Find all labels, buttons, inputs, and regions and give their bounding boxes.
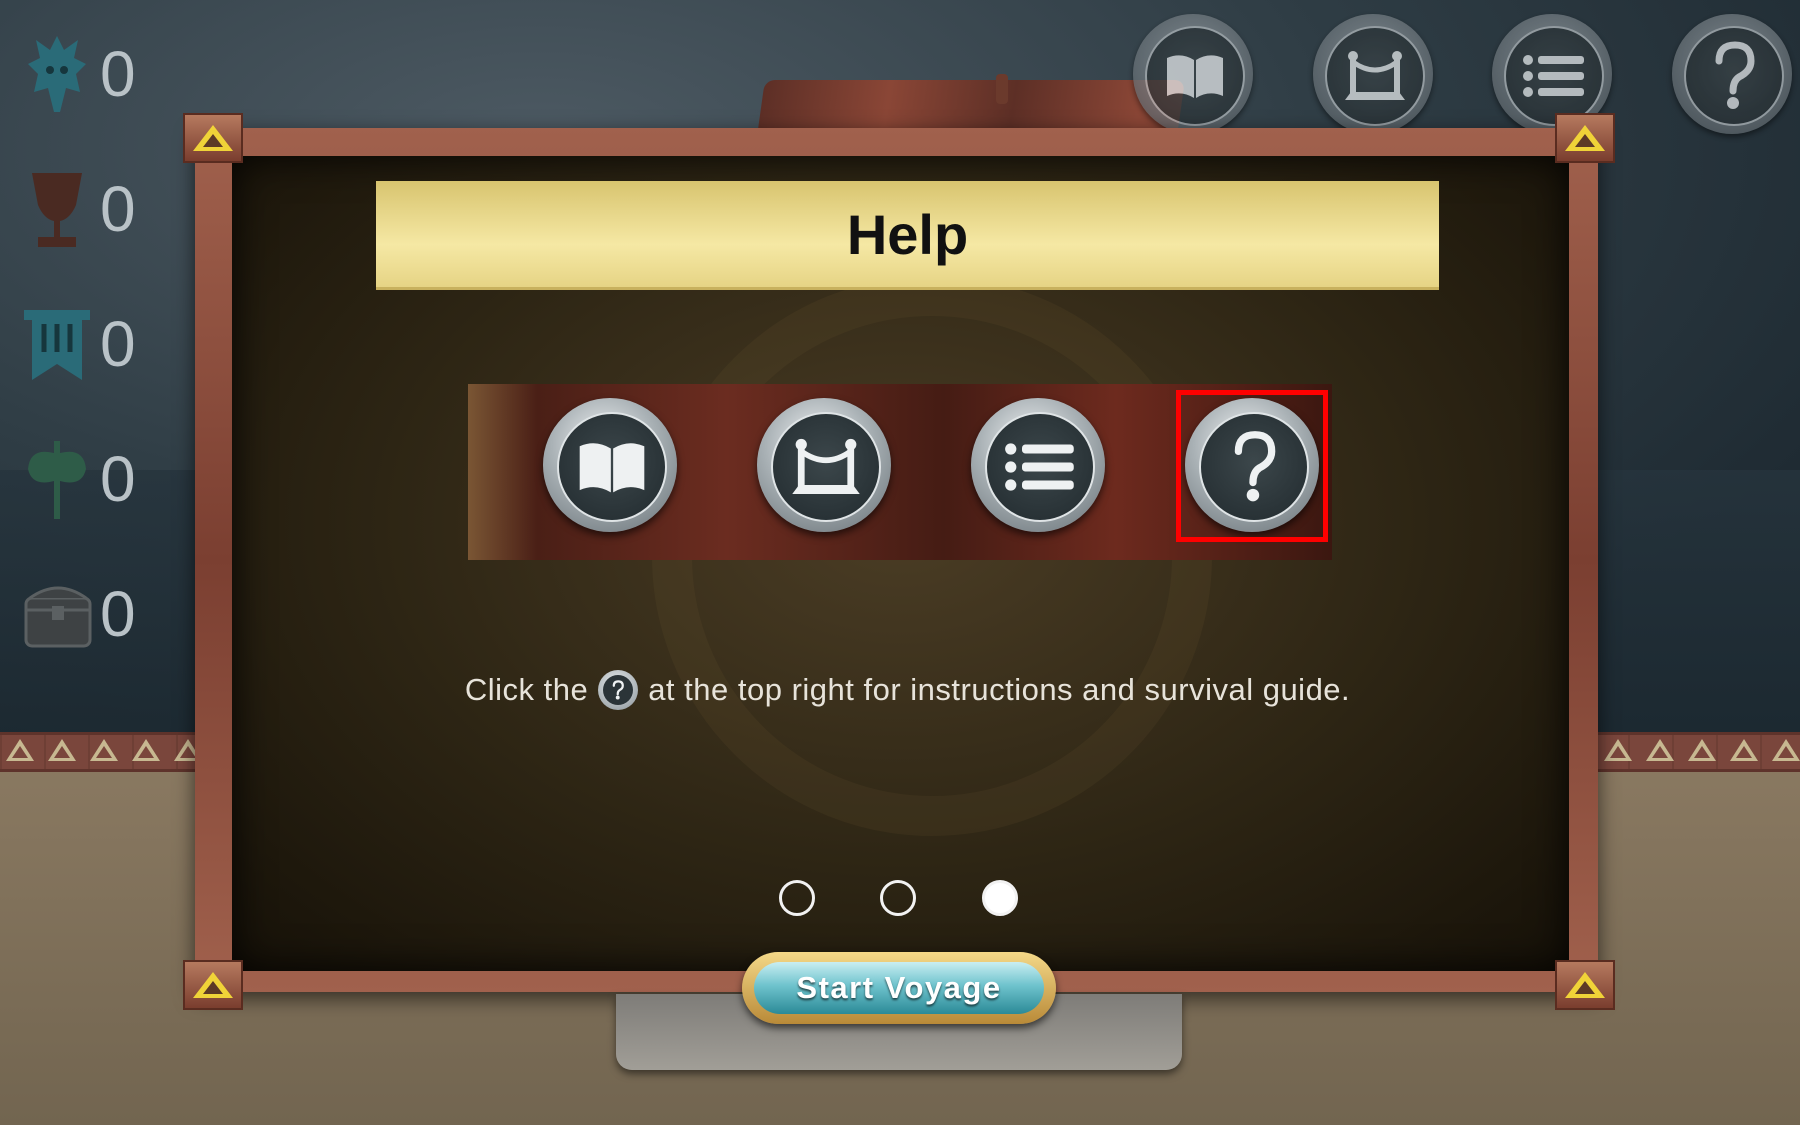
inline-help-button-icon [598, 670, 639, 710]
gallery-button[interactable] [1313, 14, 1433, 134]
rope-barrier-icon [792, 438, 860, 494]
preview-list-button [971, 398, 1105, 532]
treasure-chest-icon [24, 586, 92, 648]
page-dot-2[interactable] [880, 880, 916, 916]
guide-book-button[interactable] [1133, 14, 1253, 134]
stat-axe: 0 [14, 435, 174, 525]
banner-icon [24, 310, 90, 380]
help-button[interactable] [1672, 14, 1792, 134]
book-icon [579, 443, 645, 493]
ship-mast-tip [996, 74, 1008, 104]
frame-corner [183, 960, 243, 1010]
frame-corner [1555, 113, 1615, 163]
help-icon [612, 680, 625, 700]
goblet-icon [32, 173, 82, 247]
help-icon [1715, 41, 1755, 109]
list-icon [1005, 443, 1074, 491]
rope-barrier-icon [1345, 51, 1405, 100]
frame-corner [1555, 960, 1615, 1010]
page-dot-3[interactable] [982, 880, 1018, 916]
stat-value: 0 [100, 443, 136, 515]
instruction-after: at the top right for instructions and su… [648, 672, 1351, 707]
stat-dragon: 0 [14, 30, 174, 120]
preview-book-button [543, 398, 677, 532]
book-icon [1167, 55, 1223, 98]
frame-corner [183, 113, 243, 163]
start-voyage-button[interactable]: Start Voyage [742, 952, 1056, 1024]
dialog-title: Help [846, 202, 969, 266]
instruction-before: Click the [464, 672, 589, 707]
stat-banner: 0 [14, 300, 174, 390]
stat-value: 0 [100, 173, 136, 245]
preview-gallery-button [757, 398, 891, 532]
dragon-head-icon [28, 36, 86, 112]
list-icon [1523, 55, 1584, 97]
page-dot-1[interactable] [779, 880, 815, 916]
help-button-highlight [1176, 390, 1328, 542]
instruction-text: Click the at the top right for instructi… [376, 660, 1439, 720]
stat-goblet: 0 [14, 165, 174, 255]
stat-value: 0 [100, 38, 136, 110]
start-voyage-label: Start Voyage [754, 962, 1044, 1014]
stat-value: 0 [100, 308, 136, 380]
axe-icon [28, 441, 86, 519]
stat-treasure: 0 [14, 570, 174, 660]
dialog-title-bar: Help [376, 181, 1439, 290]
stat-value: 0 [100, 578, 136, 650]
